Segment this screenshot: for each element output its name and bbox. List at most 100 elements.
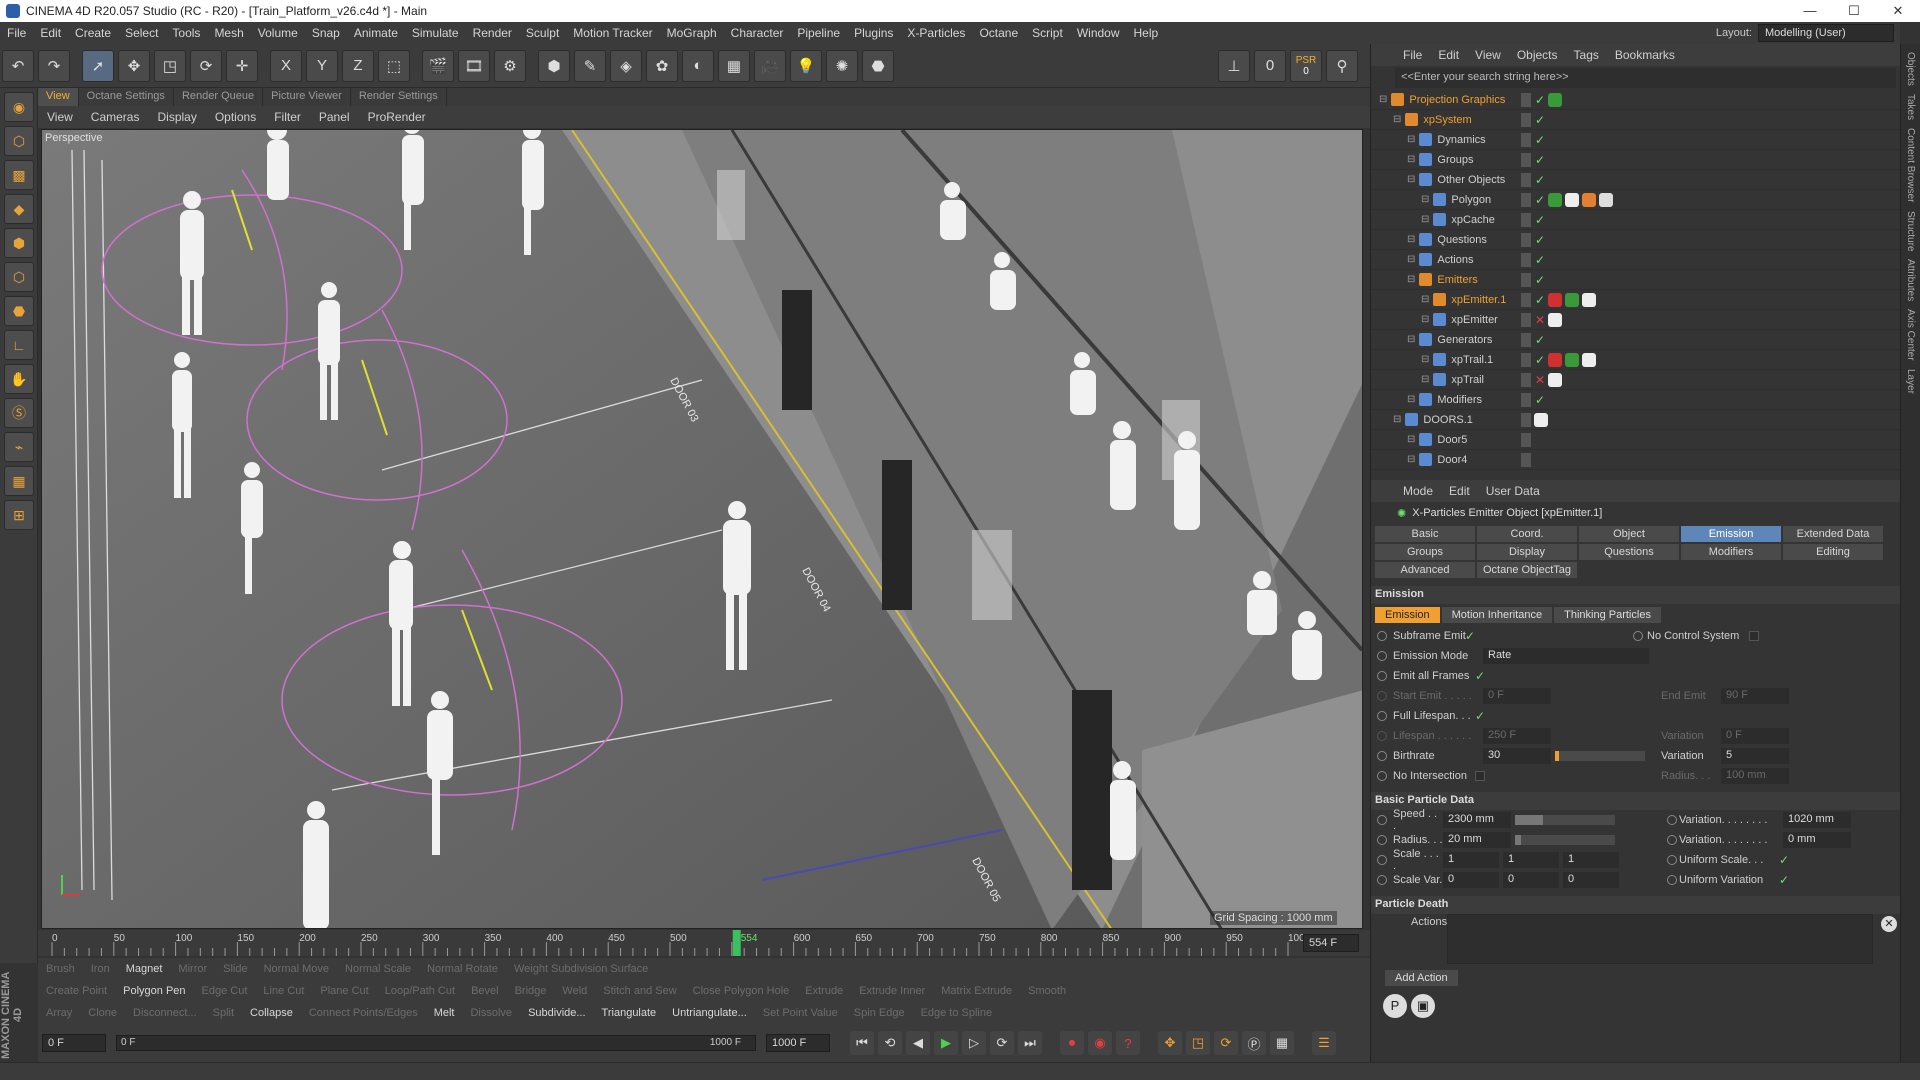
enabled-check-icon[interactable]: ✓ — [1535, 93, 1545, 107]
cube-icon[interactable]: ⬢ — [538, 49, 570, 82]
tool-connect-points-edges[interactable]: Connect Points/Edges — [301, 1007, 426, 1019]
object-tag-icon[interactable] — [1565, 352, 1580, 367]
axis-icon[interactable]: ⊥ — [1218, 49, 1250, 82]
visibility-dots-icon[interactable] — [1521, 432, 1531, 447]
clear-actions-icon[interactable]: ✕ — [1881, 916, 1897, 932]
autokey-icon[interactable]: ◉ — [1088, 1031, 1112, 1055]
tool-edge-to-spline[interactable]: Edge to Spline — [913, 1007, 1001, 1019]
viewport-menu-display[interactable]: Display — [148, 110, 205, 124]
object-row-polygon[interactable]: ⊟ Polygon ✓ — [1371, 190, 1900, 210]
tool-extrude-inner[interactable]: Extrude Inner — [851, 985, 933, 997]
object-row-door5[interactable]: ⊟ Door5 — [1371, 430, 1900, 450]
expand-toggle-icon[interactable]: ⊟ — [1421, 294, 1429, 305]
render-view-icon[interactable]: 🎬 — [422, 49, 454, 82]
menu-plugins[interactable]: Plugins — [847, 26, 900, 40]
tab-view[interactable]: View — [38, 88, 79, 106]
expand-toggle-icon[interactable]: ⊟ — [1421, 314, 1429, 325]
menu-create[interactable]: Create — [68, 26, 118, 40]
key-position-icon[interactable]: ✥ — [1158, 1031, 1182, 1055]
expand-toggle-icon[interactable]: ⊟ — [1393, 414, 1401, 425]
menu-script[interactable]: Script — [1025, 26, 1070, 40]
tool-melt[interactable]: Melt — [426, 1007, 463, 1019]
attr-tab-octane-objecttag[interactable]: Octane ObjectTag — [1477, 562, 1577, 578]
object-row-generators[interactable]: ⊟ Generators ✓ — [1371, 330, 1900, 350]
end-frame-field[interactable]: 1000 F — [766, 1034, 830, 1052]
animate-dot[interactable] — [1667, 815, 1677, 825]
attr-tab-modifiers[interactable]: Modifiers — [1681, 544, 1781, 560]
menu-render[interactable]: Render — [466, 26, 519, 40]
add-action-button[interactable]: Add Action — [1385, 970, 1458, 986]
object-tag-icon[interactable] — [1599, 192, 1614, 207]
animate-dot[interactable] — [1377, 651, 1387, 661]
expand-toggle-icon[interactable]: ⊟ — [1407, 434, 1415, 445]
object-row-xptrail[interactable]: ⊟ xpTrail ✕ — [1371, 370, 1900, 390]
subframe-emit-checkbox[interactable]: ✓ — [1465, 629, 1475, 643]
tool-smooth[interactable]: Smooth — [1020, 985, 1074, 997]
expand-toggle-icon[interactable]: ⊟ — [1421, 214, 1429, 225]
uniform-variation-checkbox[interactable]: ✓ — [1779, 873, 1789, 887]
object-tag-icon[interactable] — [1548, 192, 1563, 207]
scale-var-x-field[interactable]: 0 — [1443, 872, 1499, 888]
recent-tool-icon[interactable]: ✛ — [226, 49, 258, 82]
axis-mode-icon[interactable]: ∟ — [4, 330, 34, 360]
prev-key-icon[interactable]: ⟲ — [878, 1031, 902, 1055]
menu-pipeline[interactable]: Pipeline — [790, 26, 847, 40]
next-key-icon[interactable]: ⟳ — [990, 1031, 1014, 1055]
expand-toggle-icon[interactable]: ⊟ — [1407, 454, 1415, 465]
scale-var-y-field[interactable]: 0 — [1503, 872, 1559, 888]
menu-mesh[interactable]: Mesh — [207, 26, 250, 40]
floor-icon[interactable]: ▦ — [718, 49, 750, 82]
tool-set-point-value[interactable]: Set Point Value — [755, 1007, 846, 1019]
animate-dot[interactable] — [1377, 711, 1387, 721]
scale-icon[interactable]: ◳ — [154, 49, 186, 82]
attribute-menu-edit[interactable]: Edit — [1441, 484, 1478, 498]
object-tag-icon[interactable] — [1548, 372, 1563, 387]
visibility-dots-icon[interactable] — [1521, 372, 1531, 387]
coordinate-system-icon[interactable]: ⬚ — [378, 49, 410, 82]
animate-dot[interactable] — [1667, 855, 1677, 865]
model-mode-icon[interactable]: ⬡ — [4, 126, 34, 156]
animate-dot[interactable] — [1633, 631, 1643, 641]
visibility-dots-icon[interactable] — [1521, 352, 1531, 367]
tool-normal-rotate[interactable]: Normal Rotate — [419, 963, 506, 975]
animate-dot[interactable] — [1377, 835, 1387, 845]
deformer-icon[interactable]: ◐ — [682, 49, 714, 82]
expand-toggle-icon[interactable]: ⊟ — [1407, 394, 1415, 405]
points-mode-icon[interactable]: ⬢ — [4, 228, 34, 258]
xp-system-icon[interactable]: ✺ — [826, 49, 858, 82]
object-row-questions[interactable]: ⊟ Questions ✓ — [1371, 230, 1900, 250]
enabled-check-icon[interactable]: ✓ — [1535, 333, 1545, 347]
tool-loop-path-cut[interactable]: Loop/Path Cut — [377, 985, 463, 997]
animate-dot[interactable] — [1377, 875, 1387, 885]
next-frame-icon[interactable]: ▷ — [962, 1031, 986, 1055]
psr-button[interactable]: PSR 0 — [1290, 49, 1322, 82]
current-frame-field[interactable]: 554 F — [1303, 934, 1359, 952]
speed-variation-field[interactable]: 1020 mm — [1783, 812, 1851, 828]
animate-dot[interactable] — [1377, 771, 1387, 781]
animate-dot[interactable] — [1667, 835, 1677, 845]
side-tab-structure[interactable]: Structure — [1905, 211, 1916, 252]
side-tab-takes[interactable]: Takes — [1905, 94, 1916, 120]
expand-toggle-icon[interactable]: ⊟ — [1407, 134, 1415, 145]
enabled-check-icon[interactable]: ✓ — [1535, 273, 1545, 287]
x-axis-lock-button[interactable]: X — [270, 49, 302, 82]
object-search-field[interactable]: <<Enter your search string here>> — [1395, 68, 1896, 88]
side-tab-content-browser[interactable]: Content Browser — [1905, 128, 1916, 202]
object-row-doors-1[interactable]: ⊟ DOORS.1 — [1371, 410, 1900, 430]
visibility-dots-icon[interactable] — [1521, 192, 1531, 207]
animate-dot[interactable] — [1377, 631, 1387, 641]
menu-window[interactable]: Window — [1070, 26, 1127, 40]
subdivision-icon[interactable]: ◈ — [610, 49, 642, 82]
make-editable-icon[interactable]: ◉ — [4, 92, 34, 122]
animate-dot[interactable] — [1377, 855, 1387, 865]
object-tag-icon[interactable] — [1534, 412, 1548, 427]
full-lifespan-checkbox[interactable]: ✓ — [1475, 709, 1485, 723]
expand-toggle-icon[interactable]: ⊟ — [1407, 254, 1415, 265]
grid-snap-icon[interactable]: ▦ — [4, 466, 34, 496]
object-tag-icon[interactable] — [1548, 292, 1563, 307]
attr-tab-display[interactable]: Display — [1477, 544, 1577, 560]
radius-variation-field[interactable]: 0 mm — [1783, 832, 1851, 848]
menu-file[interactable]: File — [0, 26, 33, 40]
menu-sculpt[interactable]: Sculpt — [519, 26, 566, 40]
attr-tab-extended-data[interactable]: Extended Data — [1783, 526, 1883, 542]
